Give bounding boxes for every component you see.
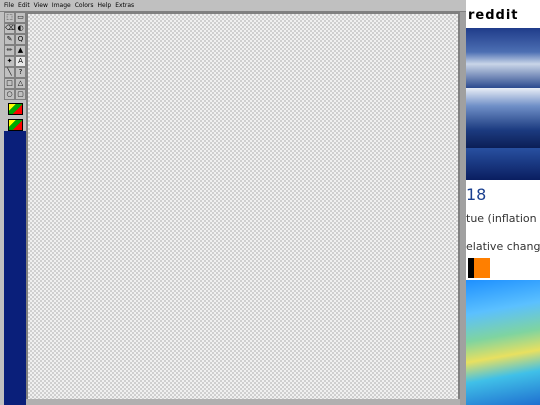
- eraser-tool[interactable]: ⌫: [4, 23, 15, 34]
- line-tool[interactable]: ╲: [4, 67, 15, 78]
- airbrush-tool[interactable]: ✦: [4, 56, 15, 67]
- menu-image[interactable]: Image: [52, 0, 71, 12]
- banner-text: reddit: [468, 8, 519, 23]
- toolbox-panel: ⬚ ▭ ⌫ ◐ ✎ Q ✏ ▲ ✦ A ╲ ? □ △ ○ ▢: [4, 12, 26, 405]
- photo-band-2: [466, 88, 540, 148]
- color-palette-icon[interactable]: [7, 103, 23, 115]
- pencil-tool[interactable]: ✏: [4, 45, 15, 56]
- text-panel: 18 tue (inflation elative change: [466, 180, 540, 280]
- curve-tool[interactable]: ?: [15, 67, 26, 78]
- poly-tool[interactable]: △: [15, 78, 26, 89]
- map-band: [466, 280, 540, 405]
- zoom-tool[interactable]: Q: [15, 34, 26, 45]
- ellipse-tool[interactable]: ○: [4, 89, 15, 100]
- color-picker-icon[interactable]: [7, 119, 23, 131]
- rect-tool[interactable]: □: [4, 78, 15, 89]
- tool-grid: ⬚ ▭ ⌫ ◐ ✎ Q ✏ ▲ ✦ A ╲ ? □ △ ○ ▢: [4, 12, 26, 131]
- canvas-area: [26, 12, 460, 405]
- menu-file[interactable]: File: [4, 0, 14, 12]
- brush-tool[interactable]: ▲: [15, 45, 26, 56]
- menu-edit[interactable]: Edit: [18, 0, 30, 12]
- background-image-strip: reddit 18 tue (inflation elative change: [466, 0, 540, 405]
- horizontal-scrollbar[interactable]: [26, 399, 460, 405]
- caption-line-2: elative change: [466, 240, 540, 253]
- menu-view[interactable]: View: [34, 0, 48, 12]
- roundrect-tool[interactable]: ▢: [15, 89, 26, 100]
- photo-band-1: [466, 28, 540, 88]
- select-tool[interactable]: ⬚: [4, 12, 15, 23]
- menu-help[interactable]: Help: [98, 0, 112, 12]
- numeral-text: 18: [466, 185, 487, 204]
- paint-window: File Edit View Image Colors Help Extras …: [0, 0, 466, 405]
- caption-line-1: tue (inflation: [466, 212, 537, 225]
- text-tool[interactable]: A: [15, 56, 26, 67]
- banner-band: reddit: [466, 0, 540, 28]
- drawing-canvas[interactable]: [28, 14, 458, 405]
- menu-bar: File Edit View Image Colors Help Extras: [0, 0, 466, 12]
- accent-bar: [474, 258, 490, 278]
- menu-extras[interactable]: Extras: [115, 0, 134, 12]
- lasso-tool[interactable]: ▭: [15, 12, 26, 23]
- fill-tool[interactable]: ◐: [15, 23, 26, 34]
- menu-colors[interactable]: Colors: [75, 0, 94, 12]
- photo-band-3: [466, 148, 540, 180]
- dropper-tool[interactable]: ✎: [4, 34, 15, 45]
- dark-bar: [468, 258, 474, 278]
